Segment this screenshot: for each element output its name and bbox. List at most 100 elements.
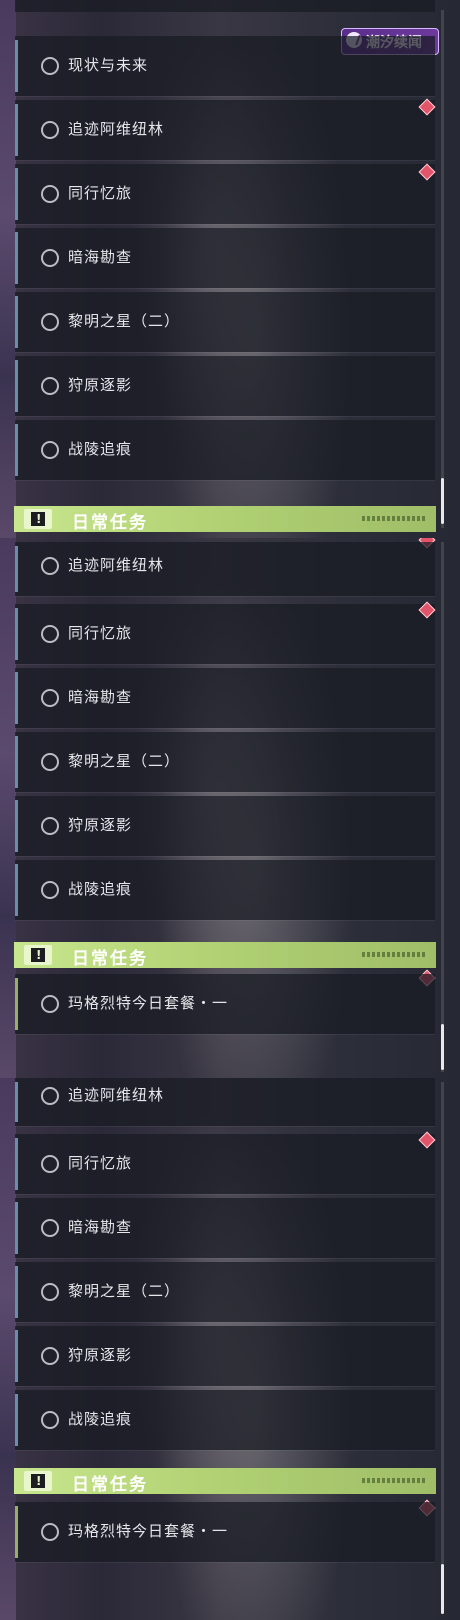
- scrollbar-thumb[interactable]: [441, 478, 444, 524]
- quest-item[interactable]: 狩原逐影: [15, 796, 435, 856]
- quest-accent-bar: [15, 800, 18, 852]
- quest-accent-bar: [15, 672, 18, 724]
- circle-icon: [41, 121, 59, 139]
- quest-label: 狩原逐影: [68, 376, 133, 394]
- circle-icon: [41, 753, 59, 771]
- quest-item[interactable]: 现状与未来: [15, 36, 435, 96]
- quest-label: 暗海勘查: [68, 248, 133, 266]
- quest-accent-bar: [15, 1082, 18, 1122]
- circle-icon: [41, 57, 59, 75]
- circle-icon: [41, 249, 59, 267]
- quest-item[interactable]: 暗海勘查: [15, 1198, 435, 1258]
- daily-quests-header[interactable]: ! 日常任务: [14, 1468, 436, 1495]
- daily-header-title: 日常任务: [72, 1475, 148, 1495]
- scrollbar-track[interactable]: [441, 10, 444, 528]
- quest-item[interactable]: 狩原逐影: [15, 356, 435, 416]
- circle-icon: [41, 1523, 59, 1541]
- quest-item[interactable]: 黎明之星（二）: [15, 732, 435, 792]
- quest-accent-bar: [15, 232, 18, 284]
- quest-item[interactable]: 暗海勘查: [15, 228, 435, 288]
- daily-quest-item[interactable]: 玛格烈特今日套餐・一: [15, 1502, 435, 1562]
- quest-item[interactable]: 追迹阿维纽林: [15, 100, 435, 160]
- circle-icon: [41, 625, 59, 643]
- quest-accent-bar: [15, 864, 18, 916]
- daily-quest-item[interactable]: 玛格烈特今日套餐・一: [15, 974, 435, 1034]
- quest-item[interactable]: 战陵追痕: [15, 1390, 435, 1450]
- circle-icon: [41, 881, 59, 899]
- quest-accent-bar: [15, 1506, 18, 1558]
- quest-label: 战陵追痕: [68, 1410, 133, 1428]
- circle-icon: [41, 817, 59, 835]
- daily-header-title: 日常任务: [72, 513, 148, 533]
- quest-item[interactable]: 战陵追痕: [15, 860, 435, 920]
- quest-item[interactable]: 暗海勘查: [15, 668, 435, 728]
- quest-label: 追迹阿维纽林: [68, 120, 165, 138]
- header-decoration: [362, 952, 426, 957]
- quest-item[interactable]: 狩原逐影: [15, 1326, 435, 1386]
- quest-item[interactable]: 同行忆旅: [15, 1134, 435, 1194]
- daily-header-title: 日常任务: [72, 949, 148, 969]
- circle-icon: [41, 1283, 59, 1301]
- quest-accent-bar: [15, 360, 18, 412]
- quest-label: 现状与未来: [68, 56, 149, 74]
- circle-icon: [41, 995, 59, 1013]
- scrollbar-thumb[interactable]: [441, 1564, 444, 1614]
- quest-label: 追迹阿维纽林: [68, 1086, 165, 1104]
- quest-item[interactable]: 黎明之星（二）: [15, 292, 435, 352]
- circle-icon: [41, 689, 59, 707]
- circle-icon: [41, 441, 59, 459]
- scrollbar-track[interactable]: [441, 1082, 444, 1614]
- scrollbar-track[interactable]: [441, 542, 444, 1072]
- circle-icon: [41, 1155, 59, 1173]
- quest-label: 战陵追痕: [68, 880, 133, 898]
- quest-item[interactable]: 黎明之星（二）: [15, 1262, 435, 1322]
- exclamation-icon: !: [24, 509, 52, 529]
- quest-label: 同行忆旅: [68, 624, 133, 642]
- partial-list-item[interactable]: [15, 0, 435, 12]
- quest-label: 狩原逐影: [68, 1346, 133, 1364]
- quest-accent-bar: [15, 424, 18, 476]
- quest-list-panel-2: 追迹阿维纽林 同行忆旅 暗海勘查 黎明之星（二） 狩原逐影 战陵追痕 ! 日常任…: [0, 538, 460, 1078]
- scrollbar-thumb[interactable]: [441, 1024, 444, 1070]
- quest-accent-bar: [15, 1138, 18, 1190]
- quest-label: 黎明之星（二）: [68, 752, 181, 770]
- quest-accent-bar: [15, 1266, 18, 1318]
- quest-accent-bar: [15, 978, 18, 1030]
- quest-label: 玛格烈特今日套餐・一: [68, 994, 229, 1012]
- exclamation-icon: !: [24, 945, 52, 965]
- quest-label: 同行忆旅: [68, 184, 133, 202]
- quest-item[interactable]: 同行忆旅: [15, 164, 435, 224]
- quest-accent-bar: [15, 296, 18, 348]
- quest-item[interactable]: 追迹阿维纽林: [15, 542, 435, 596]
- quest-list-panel-3: 追迹阿维纽林 同行忆旅 暗海勘查 黎明之星（二） 狩原逐影 战陵追痕 ! 日常任…: [0, 1078, 460, 1620]
- quest-item[interactable]: 战陵追痕: [15, 420, 435, 480]
- quest-accent-bar: [15, 546, 18, 592]
- quest-label: 暗海勘查: [68, 1218, 133, 1236]
- daily-quests-header[interactable]: ! 日常任务: [14, 506, 436, 533]
- quest-item[interactable]: 同行忆旅: [15, 604, 435, 664]
- circle-icon: [41, 1411, 59, 1429]
- quest-accent-bar: [15, 1394, 18, 1446]
- circle-icon: [41, 313, 59, 331]
- quest-accent-bar: [15, 40, 18, 92]
- circle-icon: [41, 557, 59, 575]
- daily-quests-header[interactable]: ! 日常任务: [14, 942, 436, 969]
- header-decoration: [362, 516, 426, 521]
- circle-icon: [41, 185, 59, 203]
- quest-label: 黎明之星（二）: [68, 312, 181, 330]
- exclamation-icon: !: [24, 1471, 52, 1491]
- quest-accent-bar: [15, 736, 18, 788]
- circle-icon: [41, 377, 59, 395]
- quest-list-panel-1: 潮汐续闻 现状与未来 追迹阿维纽林 同行忆旅 暗海勘查 黎明之星（二） 狩原逐影…: [0, 0, 460, 538]
- circle-icon: [41, 1087, 59, 1105]
- quest-accent-bar: [15, 104, 18, 156]
- circle-icon: [41, 1347, 59, 1365]
- quest-accent-bar: [15, 168, 18, 220]
- quest-item[interactable]: 追迹阿维纽林: [15, 1078, 435, 1126]
- quest-label: 同行忆旅: [68, 1154, 133, 1172]
- quest-label: 狩原逐影: [68, 816, 133, 834]
- quest-label: 黎明之星（二）: [68, 1282, 181, 1300]
- quest-accent-bar: [15, 1202, 18, 1254]
- quest-label: 玛格烈特今日套餐・一: [68, 1522, 229, 1540]
- quest-label: 战陵追痕: [68, 440, 133, 458]
